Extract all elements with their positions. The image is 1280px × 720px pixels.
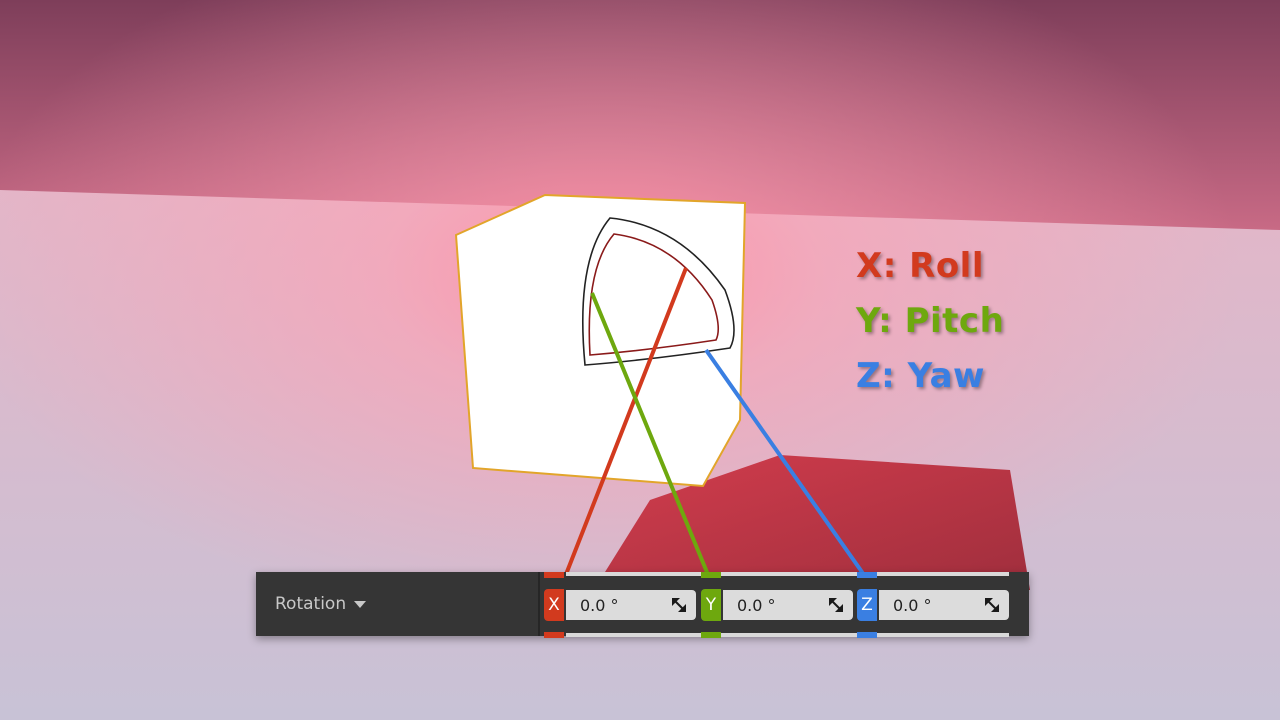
legend-x-roll: X: Roll xyxy=(856,246,984,286)
z-axis-tag: Z xyxy=(857,589,877,621)
caret-down-icon xyxy=(354,600,367,608)
rotation-y-value: 0.0 ° xyxy=(737,595,776,615)
y-axis-tag: Y xyxy=(701,589,721,621)
rotation-x-value: 0.0 ° xyxy=(580,595,619,615)
rotation-property-row: Rotation X 0.0 ° Y 0.0 ° Z 0.0 ° xyxy=(256,572,1029,638)
rotation-dropdown[interactable]: Rotation xyxy=(256,572,538,636)
y-axis-stripe xyxy=(701,632,721,638)
y-axis-stripe xyxy=(701,572,721,578)
z-axis-stripe xyxy=(857,572,877,578)
adjacent-row-bar xyxy=(566,633,1009,637)
spin-resize-icon[interactable] xyxy=(985,598,999,612)
rotation-z-value: 0.0 ° xyxy=(893,595,932,615)
rotation-z-input[interactable]: 0.0 ° xyxy=(879,590,1009,620)
spin-resize-icon[interactable] xyxy=(672,598,686,612)
x-axis-stripe xyxy=(544,632,564,638)
cube xyxy=(454,193,747,488)
rotation-label: Rotation xyxy=(275,594,347,614)
legend-z-yaw: Z: Yaw xyxy=(856,356,985,396)
z-axis-stripe xyxy=(857,632,877,638)
spin-resize-icon[interactable] xyxy=(829,598,843,612)
x-axis-stripe xyxy=(544,572,564,578)
adjacent-row-bar xyxy=(566,572,1009,576)
rotation-x-input[interactable]: 0.0 ° xyxy=(566,590,696,620)
x-axis-tag: X xyxy=(544,589,564,621)
panel-divider xyxy=(538,572,540,636)
rotation-y-input[interactable]: 0.0 ° xyxy=(723,590,853,620)
legend-y-pitch: Y: Pitch xyxy=(856,301,1005,341)
